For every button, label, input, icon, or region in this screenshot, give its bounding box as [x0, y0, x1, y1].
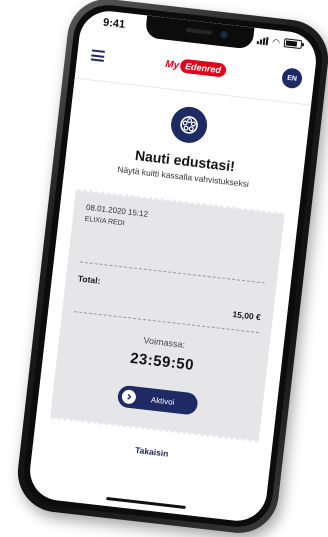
logo-prefix: My: [164, 58, 180, 71]
hamburger-icon[interactable]: [90, 49, 105, 62]
signal-icon: [256, 36, 269, 45]
receipt-total-label: Total:: [77, 273, 101, 286]
status-time: 9:41: [102, 16, 126, 31]
brand-logo: My Edenred: [165, 57, 227, 78]
receipt-card: 08.01.2020 15:12 ELIXIA REDI Total: 15,0…: [49, 186, 286, 445]
activate-button[interactable]: Aktivoi: [116, 384, 199, 416]
receipt-merchant: ELIXIA REDI: [84, 215, 125, 228]
receipt-divider: [79, 261, 265, 284]
status-icons: ◠: [256, 35, 303, 50]
language-button[interactable]: EN: [280, 67, 304, 90]
receipt-total-value: 15,00 €: [232, 309, 262, 323]
battery-icon: [283, 38, 303, 50]
film-reel-icon: [169, 104, 209, 145]
speaker-grille: [185, 27, 212, 35]
stage: 9:41 ◠ My Edenred EN Nauti edustasi! Näy…: [0, 0, 328, 537]
chevron-right-icon: [121, 389, 137, 405]
wifi-icon: ◠: [271, 36, 281, 48]
logo-brand: Edenred: [179, 58, 227, 78]
home-indicator: [106, 496, 186, 509]
activate-label: Aktivoi: [150, 394, 175, 407]
camera-icon: [220, 30, 228, 39]
phone-mockup: 9:41 ◠ My Edenred EN Nauti edustasi! Näy…: [13, 0, 328, 537]
